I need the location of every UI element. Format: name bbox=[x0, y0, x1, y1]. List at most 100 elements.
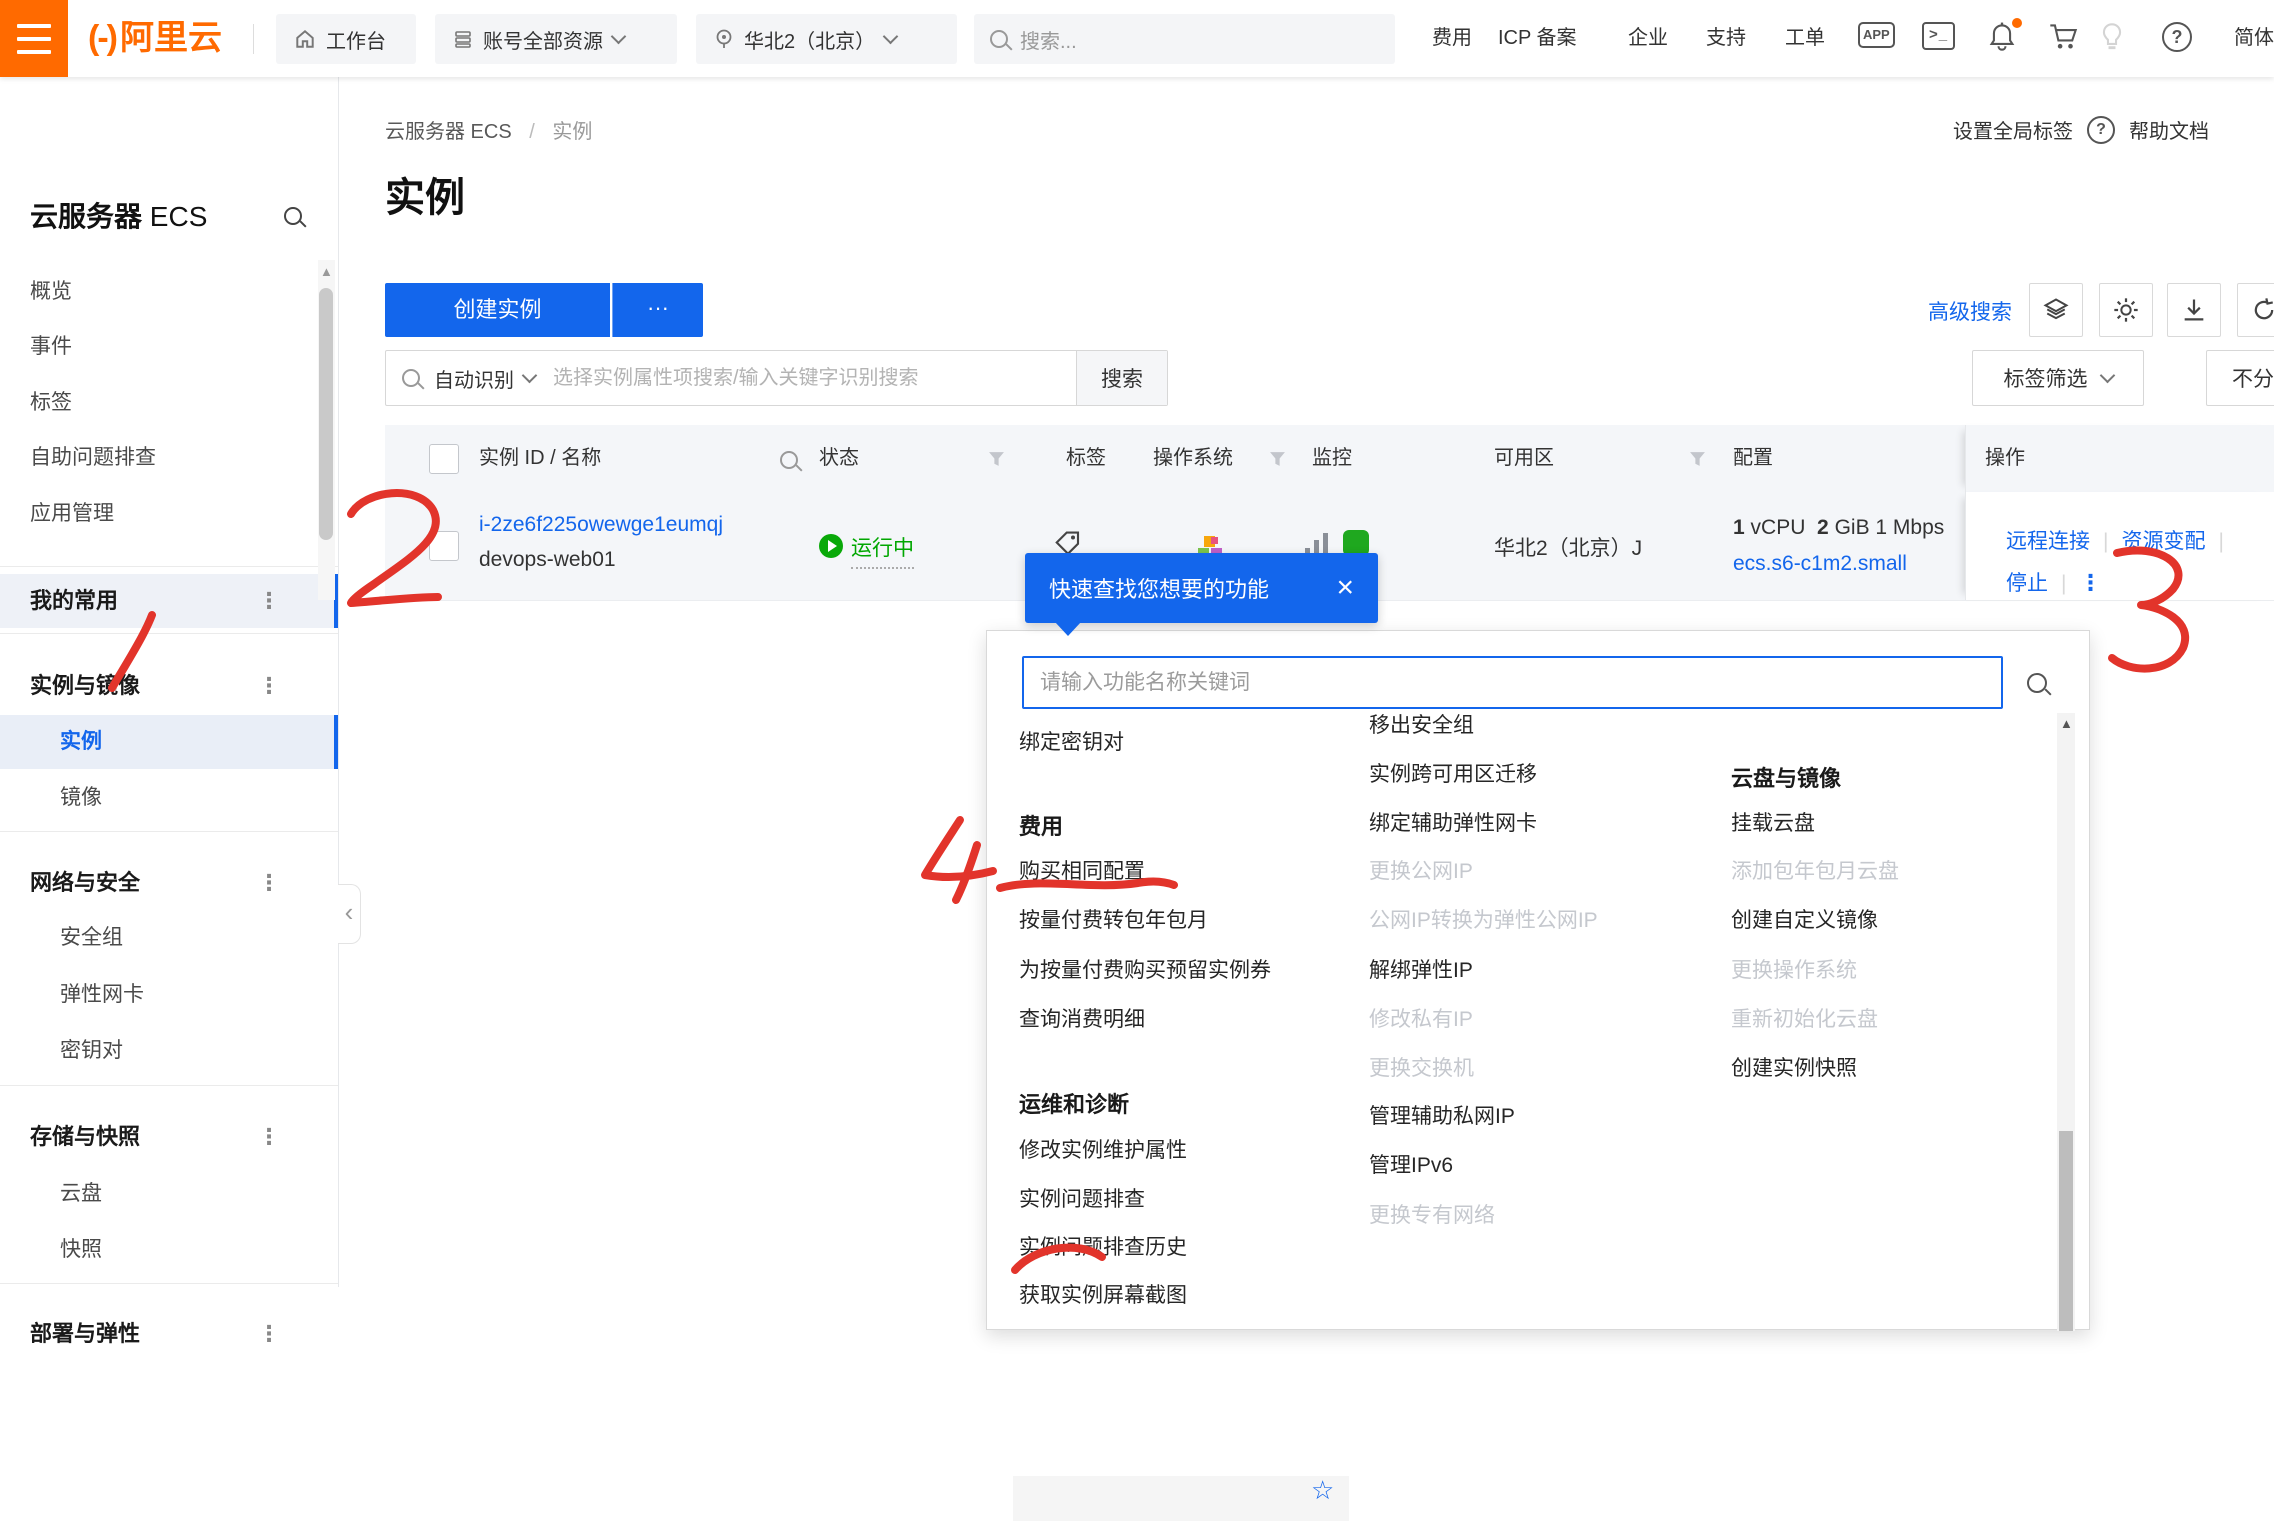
refresh-button[interactable] bbox=[2237, 283, 2274, 337]
aliyun-logo[interactable]: (-)阿里云 bbox=[88, 0, 222, 77]
sidebar-item-app-management[interactable]: 应用管理 bbox=[0, 487, 338, 541]
popup-item[interactable]: 创建自定义镜像 bbox=[1731, 904, 1878, 934]
kebab-menu-icon[interactable]: ⋮ bbox=[258, 856, 280, 910]
popup-item-disabled: 更换交换机 bbox=[1369, 1052, 1474, 1082]
feature-search-input[interactable] bbox=[1022, 656, 2003, 709]
sidebar-section-deployment-elasticity[interactable]: 部署与弹性 ⋮ bbox=[0, 1307, 338, 1361]
sidebar-item-favorites[interactable]: 我的常用 ⋮ bbox=[0, 574, 338, 628]
popup-item[interactable]: 获取实例屏幕截图 bbox=[1019, 1279, 1187, 1309]
chevron-down-icon[interactable] bbox=[522, 368, 538, 384]
instance-search-input[interactable] bbox=[551, 366, 1076, 391]
search-mode-selector[interactable]: 自动识别 bbox=[434, 364, 514, 393]
sidebar-item-snapshots[interactable]: 快照 bbox=[0, 1223, 338, 1277]
sidebar-item-overview[interactable]: 概览 bbox=[0, 265, 338, 319]
column-search-icon[interactable] bbox=[780, 451, 798, 469]
more-actions-kebab-icon[interactable]: ⋮ bbox=[2079, 570, 2101, 595]
sidebar-item-troubleshooting[interactable]: 自助问题排查 bbox=[0, 431, 338, 485]
favorite-star-icon[interactable]: ☆ bbox=[1311, 1475, 1334, 1506]
sidebar-section-network-security[interactable]: 网络与安全 ⋮ bbox=[0, 856, 338, 910]
instance-id-link[interactable]: i-2ze6f225owewge1eumqj bbox=[479, 513, 723, 537]
remote-connect-link[interactable]: 远程连接 bbox=[2006, 530, 2090, 553]
lightbulb-icon[interactable] bbox=[2100, 22, 2124, 57]
popup-item[interactable]: 管理IPv6 bbox=[1369, 1149, 1453, 1179]
global-search-input[interactable]: 搜索... bbox=[974, 14, 1395, 64]
filter-icon[interactable] bbox=[988, 451, 1005, 468]
cloudshell-icon[interactable]: >_ bbox=[1922, 22, 1955, 50]
help-doc-link[interactable]: 帮助文档 bbox=[2129, 115, 2209, 144]
filter-icon[interactable] bbox=[1689, 451, 1706, 468]
select-all-checkbox[interactable] bbox=[429, 444, 459, 474]
nav-billing[interactable]: 费用 bbox=[1432, 0, 1472, 77]
scroll-up-arrow[interactable]: ▲ bbox=[320, 264, 333, 279]
sidebar-collapse-handle[interactable]: ‹ bbox=[338, 884, 361, 944]
create-more-button[interactable]: ··· bbox=[612, 283, 703, 337]
batch-operations-button[interactable] bbox=[2029, 283, 2083, 337]
popup-item[interactable]: 实例跨可用区迁移 bbox=[1369, 758, 1537, 788]
scrollbar-thumb[interactable] bbox=[319, 288, 333, 540]
popup-item[interactable]: 管理辅助私网IP bbox=[1369, 1100, 1515, 1130]
help-icon[interactable]: ? bbox=[2162, 22, 2192, 52]
search-icon[interactable] bbox=[2027, 673, 2047, 693]
set-global-tags-link[interactable]: 设置全局标签 bbox=[1953, 115, 2073, 144]
sidebar-section-instances-images[interactable]: 实例与镜像 ⋮ bbox=[0, 659, 338, 713]
sidebar-item-key-pairs[interactable]: 密钥对 bbox=[0, 1024, 338, 1078]
scroll-up-arrow[interactable]: ▲ bbox=[2060, 716, 2073, 731]
tag-filter-button[interactable]: 标签筛选 bbox=[1972, 350, 2144, 406]
resize-link[interactable]: 资源变配 bbox=[2121, 530, 2205, 553]
sidebar-item-enis[interactable]: 弹性网卡 bbox=[0, 968, 338, 1022]
notification-bell-icon[interactable] bbox=[1988, 22, 2016, 57]
sidebar-item-security-groups[interactable]: 安全组 bbox=[0, 911, 338, 965]
popup-item[interactable]: 绑定密钥对 bbox=[1019, 726, 1124, 756]
close-icon[interactable]: × bbox=[1336, 573, 1354, 603]
workbench-button[interactable]: 工作台 bbox=[276, 14, 416, 64]
nav-tickets[interactable]: 工单 bbox=[1785, 0, 1825, 77]
popup-item[interactable]: 绑定辅助弹性网卡 bbox=[1369, 807, 1537, 837]
language-selector[interactable]: 简体 bbox=[2234, 0, 2274, 77]
nav-enterprise[interactable]: 企业 bbox=[1628, 0, 1668, 77]
cart-icon[interactable] bbox=[2048, 22, 2078, 57]
popup-item[interactable]: 修改实例维护属性 bbox=[1019, 1134, 1187, 1164]
popup-item[interactable]: 为按量付费购买预留实例券 bbox=[1019, 954, 1271, 984]
stop-link[interactable]: 停止 bbox=[2006, 572, 2048, 595]
popup-item[interactable]: 实例问题排查历史 bbox=[1019, 1231, 1187, 1261]
filter-icon[interactable] bbox=[1269, 451, 1286, 468]
region-dropdown[interactable]: 华北2（北京） bbox=[696, 14, 957, 64]
sidebar-item-images[interactable]: 镜像 bbox=[0, 771, 338, 825]
settings-button[interactable] bbox=[2099, 283, 2153, 337]
kebab-menu-icon[interactable]: ⋮ bbox=[258, 1307, 280, 1361]
instance-type-link[interactable]: ecs.s6-c1m2.small bbox=[1733, 552, 1907, 576]
sidebar-item-events[interactable]: 事件 bbox=[0, 320, 338, 374]
hamburger-menu-icon[interactable] bbox=[0, 0, 68, 77]
sidebar-item-disks[interactable]: 云盘 bbox=[0, 1167, 338, 1221]
popup-item[interactable]: 创建实例快照 bbox=[1731, 1052, 1857, 1082]
sidebar-item-tags[interactable]: 标签 bbox=[0, 376, 338, 430]
popup-item[interactable]: 移出安全组 bbox=[1369, 709, 1474, 739]
all-resources-dropdown[interactable]: 账号全部资源 bbox=[435, 14, 677, 64]
app-icon[interactable]: APP bbox=[1858, 22, 1895, 48]
sidebar-item-instances[interactable]: 实例 bbox=[0, 715, 338, 769]
grouping-button[interactable]: 不分组 bbox=[2206, 350, 2274, 406]
popup-item[interactable]: 解绑弹性IP bbox=[1369, 954, 1473, 984]
kebab-menu-icon[interactable]: ⋮ bbox=[258, 1110, 280, 1164]
popup-item[interactable]: 按量付费转包年包月 bbox=[1019, 904, 1208, 934]
sidebar-section-storage-snapshots[interactable]: 存储与快照 ⋮ bbox=[0, 1110, 338, 1164]
popup-item[interactable]: 查询消费明细 bbox=[1019, 1003, 1145, 1033]
sidebar-scrollbar[interactable]: ▲ bbox=[318, 260, 335, 600]
nav-icp[interactable]: ICP 备案 bbox=[1498, 0, 1577, 77]
kebab-menu-icon[interactable]: ⋮ bbox=[258, 659, 280, 713]
breadcrumb-ecs[interactable]: 云服务器 ECS bbox=[385, 121, 512, 143]
nav-support[interactable]: 支持 bbox=[1706, 0, 1746, 77]
popup-item-buy-same-config[interactable]: 购买相同配置 bbox=[1019, 855, 1145, 885]
status-text[interactable]: 运行中 bbox=[851, 532, 914, 569]
scrollbar-thumb[interactable] bbox=[2059, 1131, 2073, 1331]
row-checkbox[interactable] bbox=[429, 531, 459, 561]
advanced-search-link[interactable]: 高级搜索 bbox=[1928, 296, 2012, 326]
kebab-menu-icon[interactable]: ⋮ bbox=[258, 574, 280, 628]
search-submit-button[interactable]: 搜索 bbox=[1076, 351, 1167, 405]
export-button[interactable] bbox=[2167, 283, 2221, 337]
popup-item[interactable]: 挂载云盘 bbox=[1731, 807, 1815, 837]
create-instance-button[interactable]: 创建实例 bbox=[385, 283, 610, 337]
sidebar-search-icon[interactable] bbox=[284, 207, 302, 225]
panel-scrollbar[interactable]: ▲ bbox=[2057, 713, 2075, 1331]
popup-item[interactable]: 实例问题排查 bbox=[1019, 1183, 1145, 1213]
